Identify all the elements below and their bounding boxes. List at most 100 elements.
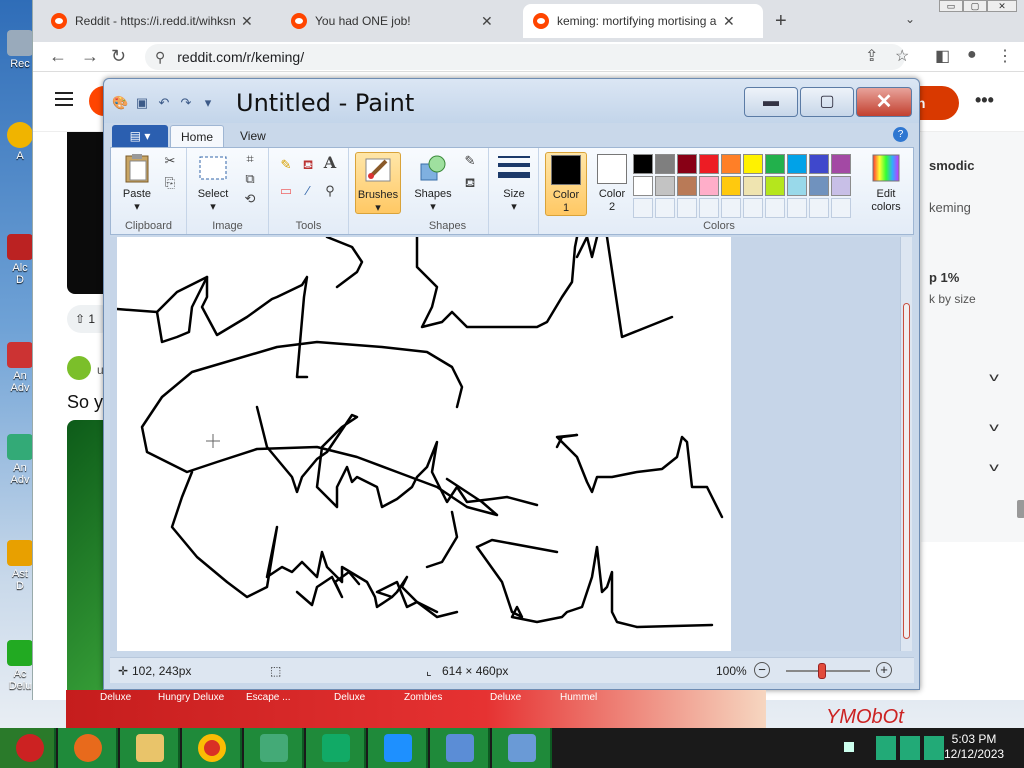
undo-icon[interactable]: ↶	[156, 95, 172, 111]
color-picker-icon[interactable]: ⁄	[299, 182, 317, 200]
tab-one-job[interactable]: You had ONE job! ✕	[281, 4, 521, 38]
page-scrollbar[interactable]	[1017, 500, 1024, 518]
tab-keming[interactable]: keming: mortifying mortising an ✕	[523, 4, 763, 38]
select-button[interactable]: Select ▾	[191, 152, 235, 214]
address-bar[interactable]: ⚲ reddit.com/r/keming/	[145, 44, 905, 70]
palette-color-swatch[interactable]	[831, 176, 851, 196]
site-info-icon[interactable]: ⚲	[155, 49, 165, 66]
taskbar-control-panel[interactable]	[430, 728, 490, 768]
eraser-icon[interactable]: ▭	[277, 182, 295, 200]
tab-reddit-image[interactable]: Reddit - https://i.redd.it/wihksn0 ✕	[41, 4, 277, 38]
close-tab-icon[interactable]: ✕	[723, 13, 735, 30]
maximize-button[interactable]: ▢	[963, 0, 987, 12]
palette-color-swatch[interactable]	[809, 176, 829, 196]
brushes-button[interactable]: Brushes ▾	[355, 152, 401, 214]
custom-color-slot[interactable]	[765, 198, 785, 218]
side-panel-icon[interactable]: ◧	[935, 46, 950, 66]
outline-icon[interactable]: ✎	[461, 152, 479, 170]
palette-color-swatch[interactable]	[743, 176, 763, 196]
customize-toolbar-icon[interactable]: ▾	[200, 95, 216, 111]
custom-color-slot[interactable]	[721, 198, 741, 218]
bookmark-star-icon[interactable]: ☆	[895, 46, 909, 66]
back-arrow-icon[interactable]: ←	[49, 46, 67, 67]
canvas-vertical-scrollbar[interactable]	[900, 237, 912, 651]
scroll-thumb[interactable]	[903, 303, 910, 639]
volume-icon[interactable]	[924, 736, 944, 760]
taskbar-paint[interactable]	[492, 728, 552, 768]
hamburger-menu-icon[interactable]	[55, 92, 73, 106]
taskbar-firefox[interactable]	[58, 728, 118, 768]
tab-view[interactable]: View	[230, 125, 276, 147]
shapes-button[interactable]: Shapes ▾	[411, 152, 455, 214]
close-window-button[interactable]: ✕	[987, 0, 1017, 12]
zoom-slider-track[interactable]	[786, 670, 870, 672]
desktop-icon-ac[interactable]: Ac Delu	[6, 640, 34, 692]
palette-color-swatch[interactable]	[809, 154, 829, 174]
zoom-slider-thumb[interactable]	[818, 663, 826, 679]
palette-color-swatch[interactable]	[787, 154, 807, 174]
palette-color-swatch[interactable]	[677, 176, 697, 196]
chrome-menu-icon[interactable]: ⋮	[997, 46, 1013, 66]
post-title[interactable]: So y	[67, 392, 103, 413]
palette-color-swatch[interactable]	[721, 176, 741, 196]
system-clock[interactable]: 5:03 PM 12/12/2023	[944, 732, 1004, 762]
taskbar-download[interactable]	[368, 728, 428, 768]
magnifier-icon[interactable]: ⚲	[321, 182, 339, 200]
palette-color-swatch[interactable]	[831, 154, 851, 174]
crop-icon[interactable]: ⌗	[241, 150, 259, 168]
zoom-out-button[interactable]: −	[754, 662, 770, 678]
reload-icon[interactable]: ↻	[111, 46, 126, 67]
drawing-canvas[interactable]	[115, 237, 731, 651]
custom-color-slot[interactable]	[677, 198, 697, 218]
custom-color-slot[interactable]	[787, 198, 807, 218]
taskbar-chrome[interactable]	[182, 728, 242, 768]
tab-search-button[interactable]: ⌄	[905, 12, 915, 26]
palette-color-swatch[interactable]	[765, 176, 785, 196]
palette-color-swatch[interactable]	[765, 154, 785, 174]
palette-color-swatch[interactable]	[699, 176, 719, 196]
palette-color-swatch[interactable]	[655, 154, 675, 174]
taskbar-computer[interactable]	[244, 728, 304, 768]
zoom-in-button[interactable]: +	[876, 662, 892, 678]
redo-icon[interactable]: ↷	[178, 95, 194, 111]
close-tab-icon[interactable]: ✕	[241, 13, 253, 30]
edit-colors-button[interactable]: Edit colors	[863, 152, 909, 214]
copy-icon[interactable]: ⎘	[161, 174, 179, 192]
taskbar-file-explorer[interactable]	[120, 728, 180, 768]
maximize-button[interactable]: ▢	[800, 87, 854, 117]
forward-arrow-icon[interactable]: →	[81, 46, 99, 67]
palette-color-swatch[interactable]	[655, 176, 675, 196]
desktop-icon-ast[interactable]: Ast D	[6, 540, 34, 592]
desktop-icon-alc[interactable]: Alc D	[6, 234, 34, 286]
custom-color-slot[interactable]	[831, 198, 851, 218]
share-icon[interactable]: ⇪	[865, 46, 878, 66]
desktop-icon-an1[interactable]: An Adv	[6, 342, 34, 394]
fill-bucket-icon[interactable]: ⛾	[299, 156, 317, 174]
palette-color-swatch[interactable]	[633, 176, 653, 196]
network-icon[interactable]	[900, 736, 920, 760]
pencil-icon[interactable]: ✎	[277, 156, 295, 174]
cut-icon[interactable]: ✂	[161, 152, 179, 170]
avatar[interactable]	[67, 356, 91, 380]
file-menu-tab[interactable]: ▤ ▾	[112, 125, 168, 147]
paint-app-icon[interactable]: 🎨	[112, 95, 128, 111]
action-center-icon[interactable]	[876, 736, 896, 760]
custom-color-slot[interactable]	[633, 198, 653, 218]
chevron-down-icon[interactable]: v	[989, 460, 999, 474]
tray-show-desktop-icon[interactable]	[844, 742, 854, 752]
custom-color-slot[interactable]	[743, 198, 763, 218]
chevron-down-icon[interactable]: v	[989, 420, 999, 434]
palette-color-swatch[interactable]	[787, 176, 807, 196]
close-button[interactable]: ✕	[856, 87, 912, 117]
minimize-button[interactable]: ▬	[744, 87, 798, 117]
desktop-icon-recycle[interactable]: Rec	[6, 30, 34, 70]
minimize-button[interactable]: ▭	[939, 0, 963, 12]
more-options-icon[interactable]: •••	[975, 90, 994, 111]
color2-button[interactable]: Color 2	[591, 152, 633, 214]
palette-color-swatch[interactable]	[743, 154, 763, 174]
paste-button[interactable]: Paste ▾	[115, 152, 159, 214]
rotate-icon[interactable]: ⟲	[241, 190, 259, 208]
custom-color-slot[interactable]	[655, 198, 675, 218]
profile-icon[interactable]: ●	[967, 46, 977, 64]
resize-icon[interactable]: ⧉	[241, 170, 259, 188]
